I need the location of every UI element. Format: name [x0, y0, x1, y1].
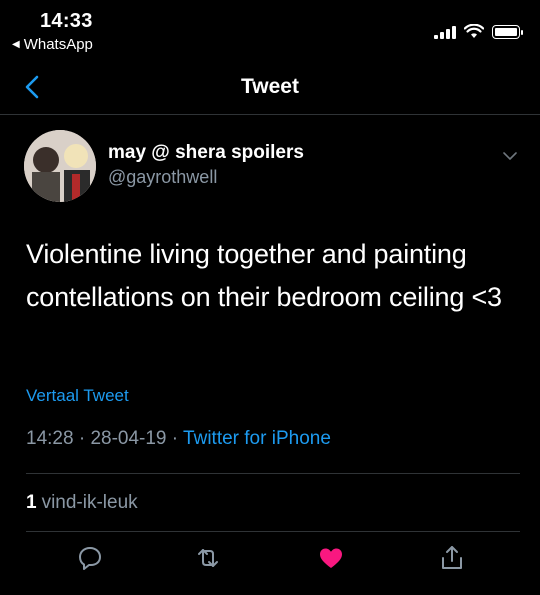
likes-label: vind-ik-leuk: [41, 492, 138, 513]
avatar[interactable]: [24, 130, 96, 202]
back-to-app-link[interactable]: ◀ WhatsApp: [12, 36, 93, 53]
tweet-time: 14:28: [26, 428, 74, 449]
share-icon[interactable]: [438, 544, 466, 572]
status-icons: [434, 24, 523, 39]
tweet-meta: 14:28 · 28-04-19 · Twitter for iPhone: [26, 428, 331, 450]
status-bar: 14:33 ◀ WhatsApp: [0, 0, 540, 60]
tweet-actions: [0, 544, 540, 578]
likes-count: 1: [26, 492, 37, 513]
divider: [26, 531, 520, 532]
tweet-text: Violentine living together and painting …: [26, 239, 502, 312]
divider: [26, 473, 520, 474]
tweet-header: may @ shera spoilers @gayrothwell: [24, 130, 520, 204]
cellular-signal-icon: [434, 25, 456, 39]
status-time: 14:33: [40, 10, 93, 32]
user-handle[interactable]: @gayrothwell: [108, 164, 304, 190]
avatar-illustration: [24, 130, 96, 202]
back-triangle-icon: ◀: [12, 39, 20, 50]
retweet-icon[interactable]: [194, 544, 222, 572]
translate-tweet-link[interactable]: Vertaal Tweet: [26, 386, 129, 406]
reply-icon[interactable]: [76, 544, 104, 572]
back-app-label: WhatsApp: [23, 36, 93, 53]
likes-summary[interactable]: 1 vind-ik-leuk: [26, 492, 138, 514]
tweet-date: 28-04-19: [90, 428, 167, 449]
display-name[interactable]: may @ shera spoilers: [108, 142, 304, 164]
nav-bar: Tweet: [0, 62, 540, 115]
meta-separator: ·: [171, 428, 179, 449]
battery-icon: [492, 24, 523, 39]
page-title: Tweet: [241, 75, 299, 98]
tweet-source-link[interactable]: Twitter for iPhone: [183, 428, 331, 449]
wifi-icon: [464, 24, 484, 38]
author-names: may @ shera spoilers @gayrothwell: [108, 142, 304, 190]
chevron-down-icon[interactable]: [500, 146, 520, 166]
meta-separator: ·: [78, 428, 86, 449]
tweet-screen: 14:33 ◀ WhatsApp Tweet may @ shera spoil…: [0, 0, 540, 595]
like-icon[interactable]: [317, 544, 345, 572]
